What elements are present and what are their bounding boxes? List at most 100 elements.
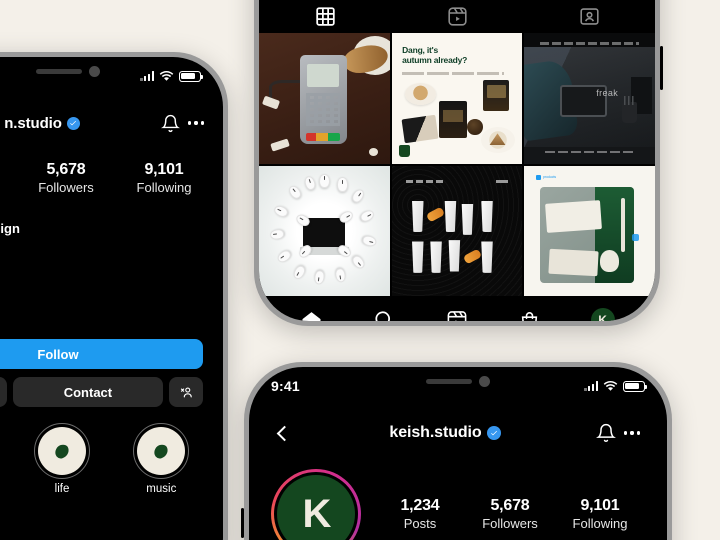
profile-link-left[interactable]: urtiptoes [0, 300, 223, 315]
post-desk-setup[interactable]: freak [524, 33, 655, 164]
post-thumbnail: products [524, 165, 655, 297]
profile-tabs [259, 0, 655, 33]
ring-gap: K [274, 472, 358, 540]
posts-count: 1,234 [400, 497, 440, 514]
following-count: 9,101 [580, 497, 620, 514]
profile-stats-bottom: 1,234 Posts 5,678 Followers 9,101 Follow… [375, 497, 645, 531]
following-label: Following [572, 516, 628, 531]
phone-left: n.studio 234 osts [0, 52, 228, 540]
volume-up-button[interactable] [241, 508, 244, 538]
tagged-tab[interactable] [523, 0, 655, 33]
email-button[interactable]: ail [0, 377, 7, 407]
signal-icon [584, 381, 598, 391]
post-autumn-newsletter[interactable]: Dang, it's autumn already? [391, 33, 523, 164]
home-glyph [302, 311, 321, 321]
bottom-navigation: K [259, 296, 655, 321]
highlight-ring [133, 423, 190, 479]
grid-tab[interactable] [259, 0, 391, 33]
system-icons [584, 380, 648, 392]
back-button[interactable] [271, 420, 297, 446]
stat-followers[interactable]: 5,678 Followers [17, 161, 115, 195]
profile-avatar[interactable]: K [588, 305, 618, 321]
highlight-label: music [146, 483, 177, 495]
post-thumbnail [259, 165, 390, 297]
back-icon [276, 425, 292, 441]
battery-icon [179, 70, 204, 82]
post-brand-mockup[interactable]: products [524, 165, 655, 297]
product-tag-icon[interactable] [632, 233, 640, 241]
stat-posts[interactable]: 1,234 Posts [375, 497, 465, 531]
followers-label: Followers [482, 516, 538, 531]
more-options-icon[interactable] [619, 420, 645, 446]
post-thumbnail: freak [524, 33, 655, 164]
profile-username-bottom[interactable]: keish.studio [297, 424, 593, 442]
status-bar-left [0, 67, 223, 85]
shop-glyph [522, 311, 538, 321]
story-highlights-left: clients life music [0, 423, 223, 495]
stat-followers[interactable]: 5,678 Followers [465, 497, 555, 531]
battery-icon [623, 380, 648, 392]
more-options-icon[interactable] [183, 110, 209, 136]
avatar: K [277, 475, 355, 540]
posts-count: 234 [0, 161, 17, 179]
stat-following[interactable]: 9,101 Following [555, 497, 645, 531]
add-person-icon [180, 386, 192, 397]
post-mice-laptop[interactable] [259, 165, 390, 297]
tagged-icon [579, 7, 599, 25]
profile-grid-region: Dang, it's autumn already? freak product… [259, 0, 655, 321]
signal-icon [140, 71, 154, 81]
reels-icon[interactable] [442, 305, 472, 321]
reels-icon [447, 6, 467, 26]
leaf-icon [53, 442, 71, 460]
post-grid: Dang, it's autumn already? freak product… [259, 33, 655, 297]
home-icon[interactable] [296, 305, 326, 321]
highlight-clients[interactable]: clients [0, 423, 12, 495]
post-coffee-cups[interactable] [391, 165, 523, 297]
post-thumbnail: Dang, it's autumn already? [391, 33, 523, 164]
highlight-cover [137, 427, 186, 475]
post-thumbnail [259, 33, 390, 164]
profile-username-left[interactable]: n.studio [0, 115, 157, 132]
post-word: freak [596, 87, 619, 98]
phone-left-screen: n.studio 234 osts [0, 57, 223, 540]
add-person-button[interactable] [169, 377, 203, 407]
reels-glyph [447, 311, 467, 321]
stat-posts[interactable]: 234 osts [0, 161, 17, 195]
notifications-bell-icon[interactable] [593, 420, 619, 446]
post-payment-terminal[interactable] [259, 33, 390, 164]
follow-button[interactable]: Follow [0, 339, 203, 369]
verified-badge-icon [486, 426, 501, 440]
more-dots [187, 121, 205, 125]
power-button[interactable] [660, 46, 663, 90]
shop-icon[interactable] [515, 305, 545, 321]
phone-bottom-right-screen: 9:41 keish.studio K 1,234 Posts 5,678 Fo… [249, 367, 667, 540]
more-dots [623, 431, 641, 435]
brand-logo-icon [399, 145, 410, 158]
status-time: 9:41 [271, 378, 300, 394]
post-thumbnail [391, 165, 523, 297]
status-bar-bottom: 9:41 [249, 377, 667, 395]
search-icon[interactable] [369, 305, 399, 321]
highlight-ring [33, 423, 90, 479]
posts-label: osts [0, 180, 17, 195]
highlight-cover [37, 427, 86, 475]
avatar-initial: K [598, 313, 607, 321]
highlight-life[interactable]: life [12, 423, 111, 495]
grid-icon [315, 6, 335, 26]
profile-avatar-ring[interactable]: K [271, 469, 361, 540]
profile-nav-bottom: keish.studio [249, 413, 667, 453]
following-label: Following [136, 180, 192, 195]
system-icons [140, 70, 204, 82]
notifications-bell-icon[interactable] [157, 110, 183, 136]
followers-count: 5,678 [490, 497, 530, 514]
highlight-music[interactable]: music [112, 423, 211, 495]
profile-actions-follow: Follow [0, 339, 223, 369]
reels-tab[interactable] [391, 0, 523, 33]
phone-bottom-right: 9:41 keish.studio K 1,234 Posts 5,678 Fo… [241, 362, 672, 540]
stat-following[interactable]: 9,101 Following [115, 161, 213, 195]
username-text: n.studio [4, 114, 62, 132]
avatar: K [590, 308, 615, 321]
highlight-label: life [54, 483, 70, 495]
contact-button[interactable]: Contact [12, 377, 163, 407]
verified-badge-icon [66, 116, 80, 130]
